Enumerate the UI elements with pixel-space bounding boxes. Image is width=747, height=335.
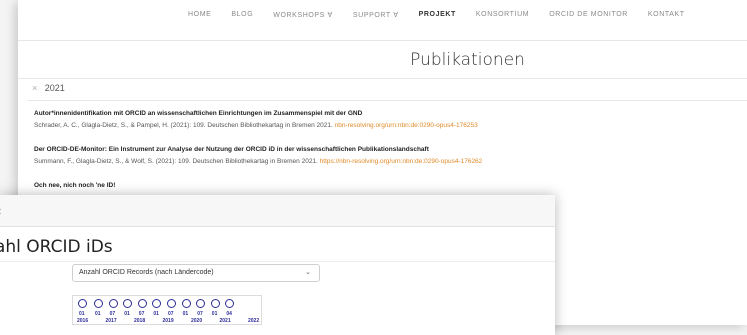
- timeline-month-label: 07: [109, 311, 116, 317]
- timeline-year-label: 2020: [191, 318, 203, 324]
- timeline-year-label: 2017: [105, 318, 117, 324]
- publication-item: Autor*innenidentifikation mit ORCID an w…: [34, 110, 478, 129]
- timeline-marker[interactable]: [225, 299, 235, 308]
- timeline-month-label: 01: [124, 311, 130, 317]
- metric-select-value: Anzahl ORCID Records (nach Ländercode): [79, 269, 214, 276]
- chart-section-title: zahl ORCID iDs: [0, 237, 113, 257]
- timeline-marker[interactable]: [152, 299, 162, 308]
- nav-divider: [18, 40, 747, 41]
- timeline-marker[interactable]: [123, 299, 133, 308]
- timeline-month-label: 07: [168, 311, 174, 317]
- timeline-month-label: 01: [211, 311, 218, 317]
- timeline-month-label: 04: [226, 311, 232, 317]
- publication-meta: Summann, F., Glagla-Dietz, S., & Wolf, S…: [34, 158, 482, 165]
- timeline-month-label: 01: [153, 311, 159, 317]
- nav-konsortium[interactable]: KONSORTIUM: [476, 11, 529, 18]
- front-divider: [0, 261, 555, 262]
- chevron-left-icon[interactable]: ‹: [0, 203, 1, 218]
- title-divider: [18, 78, 747, 79]
- nav-kontakt[interactable]: KONTAKT: [648, 11, 685, 18]
- timeline-marker[interactable]: [181, 299, 191, 308]
- nav-blog[interactable]: BLOG: [231, 11, 253, 18]
- publication-item: Der ORCID-DE-Monitor: Ein Instrument zur…: [34, 146, 482, 165]
- timeline-marker[interactable]: [137, 299, 147, 308]
- timeline-year-label: 2022: [248, 318, 260, 324]
- timeline-year-label: 2018: [134, 318, 146, 324]
- remove-filter-icon[interactable]: ×: [32, 83, 37, 93]
- metric-select[interactable]: Anzahl ORCID Records (nach Ländercode) ⌄: [72, 264, 320, 282]
- timeline-marker[interactable]: [210, 299, 220, 308]
- main-navigation: HOME BLOG WORKSHOPS ∀ SUPPORT ∀ PROJEKT …: [18, 0, 747, 29]
- publication-title: Och nee, nich noch 'ne ID!: [34, 182, 116, 189]
- timeline-month-label: 01: [95, 311, 101, 317]
- publication-link[interactable]: nbn-resolving.org/urn:nbn:de:0290-opus4-…: [335, 122, 478, 129]
- nav-support[interactable]: SUPPORT ∀: [353, 11, 399, 19]
- publication-citation: Summann, F., Glagla-Dietz, S., & Wolf, S…: [34, 158, 318, 165]
- page-title: Publikationen: [410, 50, 525, 70]
- nav-home[interactable]: HOME: [188, 11, 211, 18]
- timeline-marker[interactable]: [167, 299, 176, 308]
- filter-value: 2021: [44, 83, 65, 93]
- nav-projekt[interactable]: PROJEKT: [419, 11, 456, 18]
- publication-title: Der ORCID-DE-Monitor: Ein Instrument zur…: [34, 146, 429, 153]
- timeline-marker[interactable]: [108, 299, 118, 308]
- timeline-marker[interactable]: [78, 299, 87, 308]
- timeline-month-label: 07: [197, 311, 203, 317]
- timeline-month-label: 01: [79, 311, 85, 317]
- year-filter: × 2021: [32, 83, 65, 93]
- publication-title: Autor*innenidentifikation mit ORCID an w…: [34, 110, 363, 117]
- nav-workshops[interactable]: WORKSHOPS ∀: [273, 11, 333, 19]
- publication-meta: Schrader, A. C., Glagla-Dietz, S., & Pam…: [34, 122, 478, 129]
- timeline-month-label: 01: [182, 311, 189, 317]
- timeline-year-label: 2016: [77, 318, 89, 324]
- timeline-year-label: 2019: [162, 318, 174, 324]
- timeline-year-label: 2021: [219, 318, 231, 324]
- timeline-slider[interactable]: 01 01 07 01 07 01 07 01 07 01 04 2016 2017 2018 2019 20…: [72, 295, 262, 325]
- filter-divider: [28, 100, 747, 101]
- timeline-marker[interactable]: [196, 299, 206, 308]
- timeline-marker[interactable]: [94, 299, 103, 308]
- publication-item: Och nee, nich noch 'ne ID!: [34, 182, 115, 189]
- chevron-down-icon: ⌄: [305, 269, 311, 276]
- publication-link[interactable]: https://nbn-resolving.org/urn:nbn:de:029…: [320, 158, 483, 165]
- publication-citation: Schrader, A. C., Glagla-Dietz, S., & Pam…: [34, 122, 333, 129]
- timeline-month-label: 07: [138, 311, 145, 317]
- nav-orcid-de-monitor[interactable]: ORCID DE MONITOR: [549, 11, 628, 18]
- front-window-header: ‹: [0, 195, 555, 227]
